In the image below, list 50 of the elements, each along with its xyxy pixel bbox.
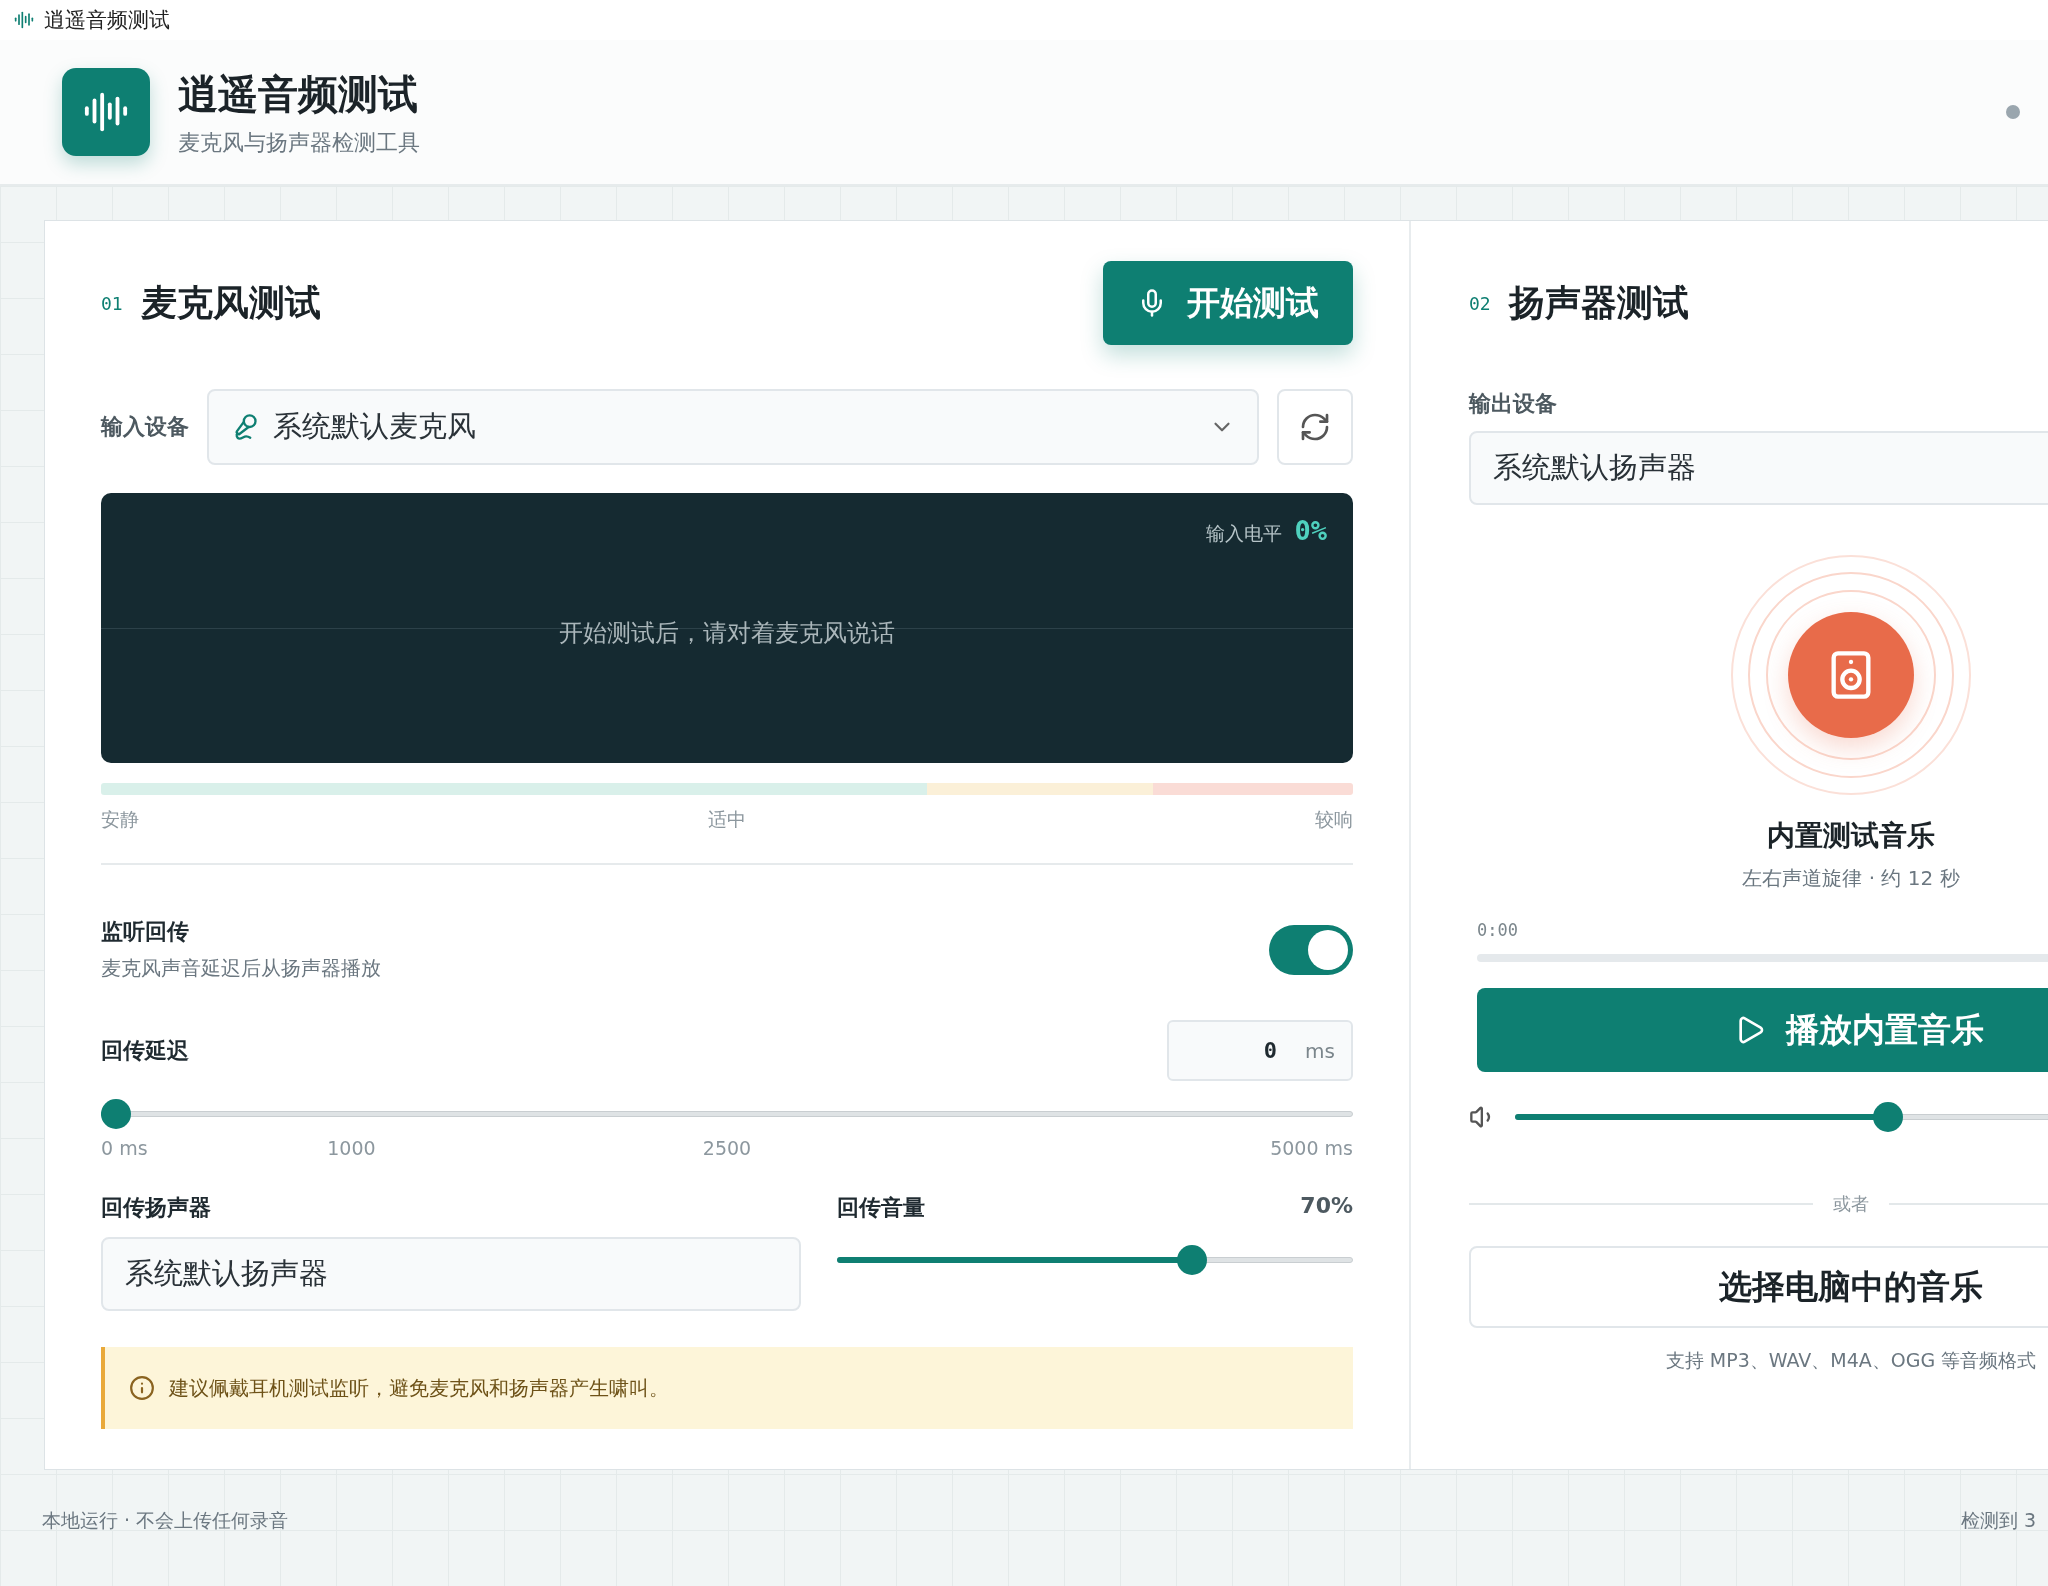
divider-text: 或者 [1833,1192,1869,1216]
field-label: 回传音量 [837,1194,925,1222]
app-title: 逍遥音频测试 [178,69,419,119]
echo-speaker-select[interactable]: 系统默认扬声器 [101,1237,801,1311]
choose-music-button[interactable]: 选择电脑中的音乐 [1469,1246,2048,1328]
play-button[interactable]: 播放内置音乐 [1477,988,2048,1072]
monitor-toggle[interactable] [1269,924,1353,975]
level-value: 0% [1294,515,1327,546]
monitor-title: 监听回传 [101,918,190,946]
scale-label: 适中 [708,807,746,832]
field-label: 回传扬声器 [101,1194,212,1222]
input-device-select[interactable]: 系统默认麦克风 [207,389,1259,465]
window-title: 逍遥音频测试 [44,7,170,34]
app-icon [14,10,34,30]
monitor-description: 麦克风声音延迟后从扬声器播放 [101,955,381,982]
app-subtitle: 麦克风与扬声器检测工具 [178,128,421,157]
section-title: 扬声器测试 [1508,280,1690,325]
track-subtitle: 左右声道旋律 · 约 12 秒 [1742,865,1960,892]
refresh-button[interactable] [1277,389,1353,465]
section-number: 02 [1469,292,1491,314]
tick-label: 5000 ms [1270,1137,1353,1159]
scale-label: 较响 [1315,807,1353,832]
refresh-icon [1299,411,1331,443]
echo-volume-slider[interactable] [837,1245,1353,1275]
logo-icon [62,68,150,156]
footer-text: 本地运行 · 不会上传任何录音 [42,1508,289,1533]
volume-reading: 70% [1300,1193,1353,1220]
volume-slider[interactable] [1515,1102,2048,1132]
status-dot [2006,105,2020,119]
tick-label: 2500 [702,1137,752,1159]
scale-label: 安静 [101,807,139,832]
delay-slider[interactable] [101,1099,1353,1129]
formats-note: 支持 MP3、WAV、M4A、OGG 等音频格式 [1665,1348,2037,1373]
hint-text: 开始测试后，请对着麦克风说话 [559,618,895,649]
field-label: 输入设备 [101,413,189,441]
tick-label: 0 ms [101,1137,148,1159]
footer-text: 检测到 3 [1960,1508,2036,1533]
info-icon [129,1375,155,1401]
tick-label: 1000 [327,1137,376,1159]
delay-input[interactable]: 0 ms [1167,1020,1353,1081]
output-device-select[interactable]: 系统默认扬声器 [1469,431,2048,505]
track-title: 内置测试音乐 [1767,818,1935,854]
section-title: 麦克风测试 [140,280,322,325]
playback-time: 0:00 [1477,920,1519,940]
warning-text: 建议佩戴耳机测试监听，避免麦克风和扬声器产生啸叫。 [169,1374,669,1402]
field-label: 输出设备 [1469,390,1557,418]
delay-label: 回传延迟 [101,1036,189,1065]
section-number: 01 [101,292,123,314]
start-test-button[interactable]: 开始测试 [1103,261,1353,345]
level-label: 输入电平 [1206,521,1283,546]
